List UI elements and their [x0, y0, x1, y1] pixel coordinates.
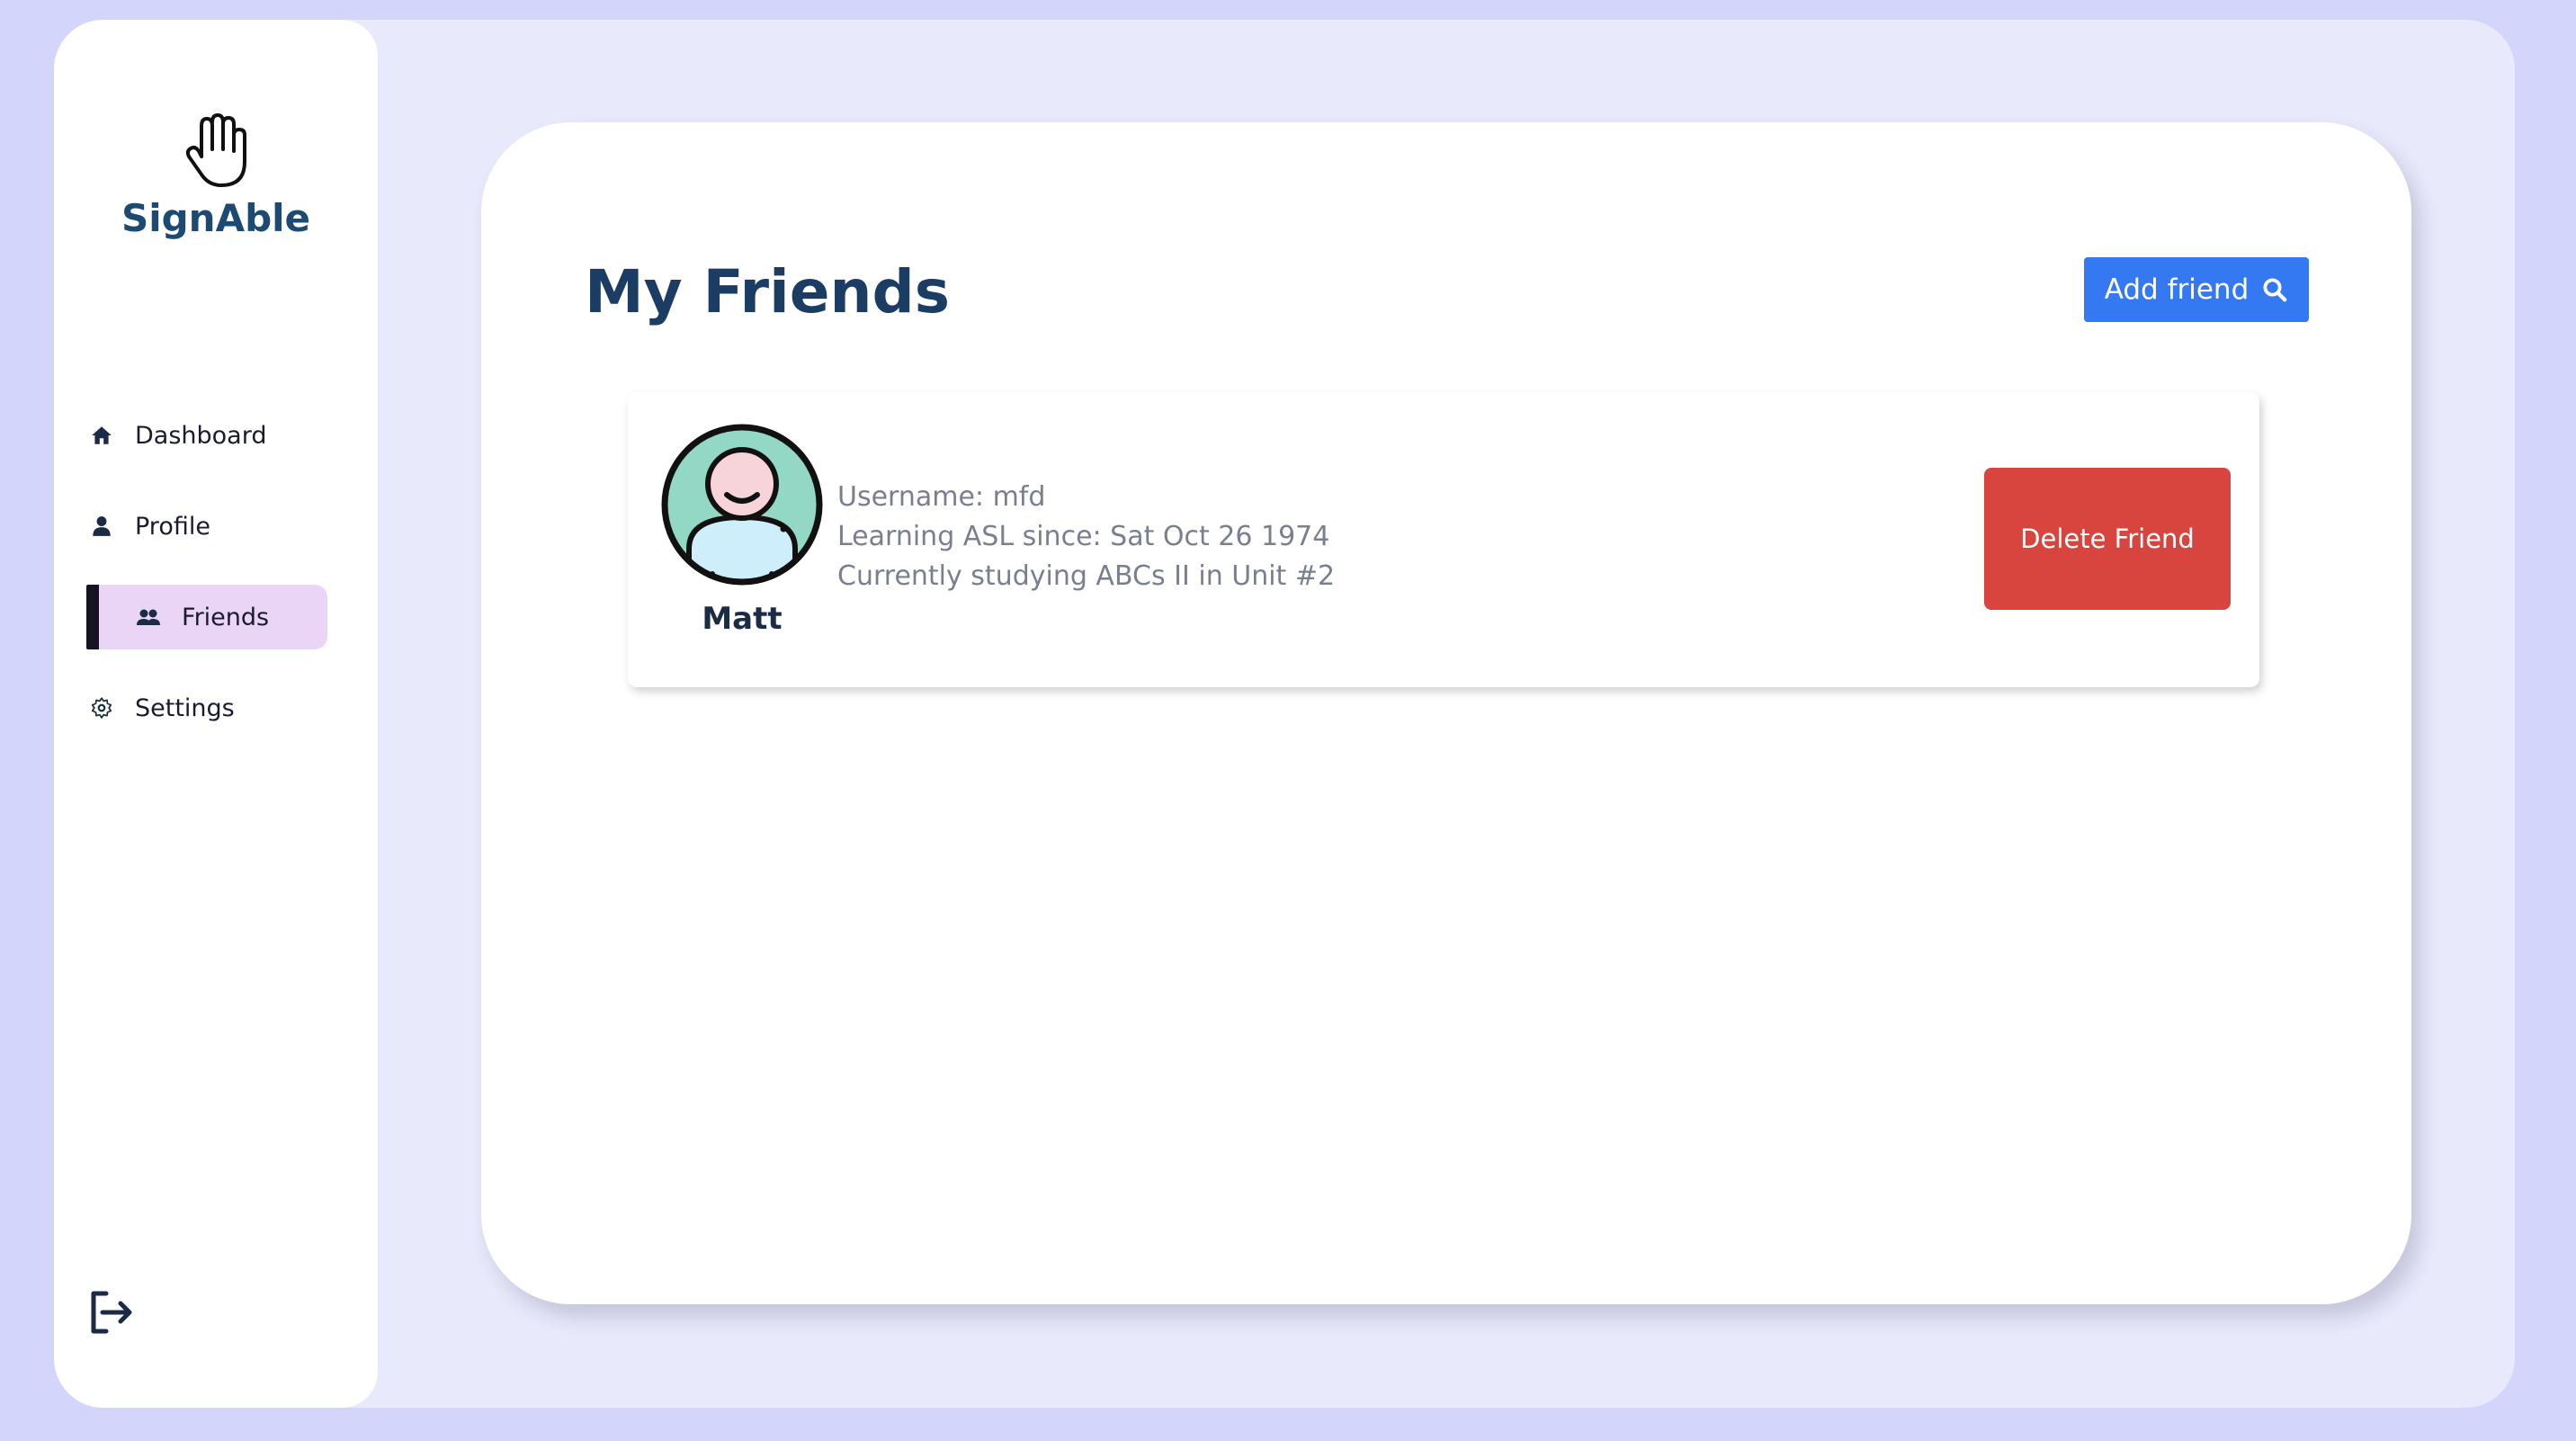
friend-username: Username: mfd: [837, 481, 1046, 513]
sidebar-item-label: Friends: [182, 603, 270, 631]
logo[interactable]: SignAble: [54, 110, 378, 240]
sidebar: SignAble Dashboard Profile Friends Setti: [54, 20, 378, 1408]
sidebar-item-label: Settings: [135, 694, 235, 722]
logout-icon: [91, 1291, 132, 1334]
app-window: SignAble Dashboard Profile Friends Setti: [54, 20, 2515, 1408]
raised-hand-icon: [185, 113, 246, 187]
add-friend-label: Add friend: [2104, 273, 2250, 306]
users-icon: [133, 602, 164, 632]
add-friend-button[interactable]: Add friend: [2084, 257, 2309, 322]
logout-button[interactable]: [88, 1288, 137, 1337]
sidebar-item-label: Dashboard: [135, 421, 267, 450]
sidebar-item-settings[interactable]: Settings: [86, 676, 347, 740]
sidebar-item-dashboard[interactable]: Dashboard: [86, 403, 347, 468]
home-icon: [86, 420, 117, 451]
delete-friend-button[interactable]: Delete Friend: [1984, 468, 2231, 610]
page-title: My Friends: [585, 257, 950, 327]
gear-icon: [86, 693, 117, 723]
user-icon: [86, 511, 117, 541]
friend-learning-since: Learning ASL since: Sat Oct 26 1974: [837, 521, 1330, 552]
search-icon: [2263, 278, 2287, 302]
friend-name: Matt: [702, 601, 783, 637]
sidebar-item-friends[interactable]: Friends: [86, 585, 327, 649]
friends-panel: My Friends Add friend Matt Username: mfd…: [481, 122, 2411, 1304]
sidebar-item-label: Profile: [135, 512, 210, 541]
friend-details: Username: mfd Learning ASL since: Sat Oc…: [837, 478, 1335, 596]
app-name: SignAble: [121, 196, 311, 240]
friend-card: Matt Username: mfd Learning ASL since: S…: [628, 392, 2259, 687]
sidebar-item-profile[interactable]: Profile: [86, 494, 347, 559]
friend-current-study: Currently studying ABCs II in Unit #2: [837, 560, 1336, 592]
avatar: [661, 424, 823, 586]
